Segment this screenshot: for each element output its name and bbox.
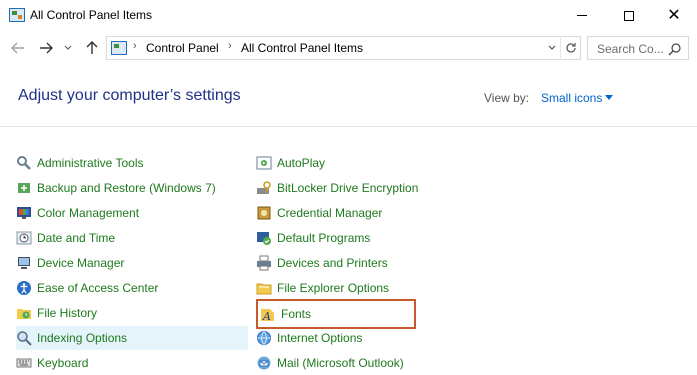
default-programs-icon	[257, 232, 271, 245]
internet-icon	[257, 331, 271, 345]
breadcrumb-all-items[interactable]: All Control Panel Items	[241, 41, 363, 55]
autoplay-icon	[256, 156, 272, 170]
item-indexing-options[interactable]: Indexing Options	[16, 326, 248, 350]
item-device-manager[interactable]: Device Manager	[16, 251, 248, 275]
item-file-history[interactable]: File History	[16, 301, 248, 325]
item-administrative-tools[interactable]: Administrative Tools	[16, 151, 248, 175]
item-date-and-time[interactable]: Date and Time	[16, 226, 248, 250]
arrow-left-icon	[11, 42, 24, 54]
chevron-down-icon	[64, 45, 72, 50]
item-label[interactable]: Keyboard	[37, 356, 88, 370]
search-icon	[668, 43, 681, 56]
header-divider	[0, 126, 697, 127]
address-dropdown-button[interactable]	[544, 36, 560, 60]
indexing-icon	[17, 331, 32, 346]
title-bar: All Control Panel Items ✕	[0, 0, 697, 32]
item-devices-and-printers[interactable]: Devices and Printers	[256, 251, 456, 275]
bitlocker-icon	[257, 181, 271, 194]
admin-tools-icon	[17, 156, 31, 170]
item-credential-manager[interactable]: Credential Manager	[256, 201, 456, 225]
refresh-icon	[565, 43, 576, 53]
recent-locations-button[interactable]	[62, 38, 74, 58]
item-internet-options[interactable]: Internet Options	[256, 326, 456, 350]
control-panel-icon	[111, 41, 127, 55]
item-label[interactable]: Device Manager	[37, 256, 124, 270]
credential-icon	[257, 206, 271, 220]
mail-icon	[257, 356, 271, 370]
arrow-right-icon	[40, 42, 53, 54]
view-by-label: View by:	[484, 91, 530, 105]
device-manager-icon	[18, 257, 30, 269]
item-label[interactable]: AutoPlay	[277, 156, 325, 170]
control-panel-icon	[9, 8, 25, 22]
chevron-down-icon[interactable]	[605, 95, 613, 100]
item-label[interactable]: Backup and Restore (Windows 7)	[37, 181, 216, 195]
item-label[interactable]: Color Management	[37, 206, 139, 220]
item-label[interactable]: Credential Manager	[277, 206, 382, 220]
search-input[interactable]: Search Co...	[597, 42, 664, 56]
fonts-icon: A	[261, 309, 274, 322]
item-ease-of-access-center[interactable]: Ease of Access Center	[16, 276, 248, 300]
item-autoplay[interactable]: AutoPlay	[256, 151, 456, 175]
item-label[interactable]: Indexing Options	[37, 331, 127, 345]
item-color-management[interactable]: Color Management	[16, 201, 248, 225]
item-backup-and-restore[interactable]: Backup and Restore (Windows 7)	[16, 176, 248, 200]
item-keyboard[interactable]: Keyboard	[16, 351, 248, 375]
item-label[interactable]: Ease of Access Center	[37, 281, 158, 295]
window-title: All Control Panel Items	[30, 8, 153, 22]
navigation-bar: › Control Panel › All Control Panel Item…	[0, 32, 697, 64]
file-history-icon	[17, 309, 31, 319]
folder-options-icon	[256, 283, 272, 295]
breadcrumb-control-panel[interactable]: Control Panel	[146, 41, 219, 55]
forward-button[interactable]	[36, 38, 56, 58]
ease-of-access-icon	[17, 281, 31, 295]
color-management-icon	[17, 207, 31, 219]
minimize-button[interactable]	[559, 0, 605, 31]
item-label[interactable]: Date and Time	[37, 231, 115, 245]
refresh-button[interactable]	[560, 36, 580, 60]
close-button[interactable]: ✕	[651, 0, 697, 31]
item-file-explorer-options[interactable]: File Explorer Options	[256, 276, 456, 300]
item-label[interactable]: BitLocker Drive Encryption	[277, 181, 418, 195]
item-label[interactable]: File Explorer Options	[277, 281, 389, 295]
maximize-button[interactable]	[606, 0, 652, 31]
close-icon: ✕	[667, 6, 681, 24]
chevron-down-icon	[548, 45, 556, 50]
arrow-up-icon	[86, 41, 98, 54]
item-fonts[interactable]: A Fonts	[256, 299, 416, 329]
breadcrumb-separator-icon[interactable]: ›	[133, 40, 137, 52]
item-bitlocker-drive-encryption[interactable]: BitLocker Drive Encryption	[256, 176, 456, 200]
back-button[interactable]	[8, 38, 28, 58]
item-label[interactable]: Default Programs	[277, 231, 370, 245]
address-bar[interactable]: › Control Panel › All Control Panel Item…	[106, 36, 581, 60]
search-box[interactable]: Search Co...	[587, 36, 689, 60]
item-mail-microsoft-outlook[interactable]: Mail (Microsoft Outlook)	[256, 351, 456, 375]
svg-text:A: A	[262, 310, 271, 322]
item-label[interactable]: Fonts	[281, 307, 311, 321]
printer-icon	[257, 255, 271, 271]
breadcrumb-separator-icon[interactable]: ›	[228, 40, 232, 52]
clock-icon	[16, 231, 32, 245]
item-label[interactable]: Internet Options	[277, 331, 362, 345]
item-label[interactable]: File History	[37, 306, 97, 320]
up-button[interactable]	[82, 38, 102, 58]
item-label[interactable]: Administrative Tools	[37, 156, 144, 170]
backup-icon	[18, 183, 30, 193]
item-label[interactable]: Mail (Microsoft Outlook)	[277, 356, 404, 370]
maximize-icon	[624, 10, 634, 21]
keyboard-icon	[16, 358, 32, 368]
view-by-dropdown[interactable]: Small icons	[541, 91, 602, 105]
page-title: Adjust your computer’s settings	[18, 87, 241, 104]
item-default-programs[interactable]: Default Programs	[256, 226, 456, 250]
item-label[interactable]: Devices and Printers	[277, 256, 388, 270]
minimize-icon	[577, 15, 587, 16]
